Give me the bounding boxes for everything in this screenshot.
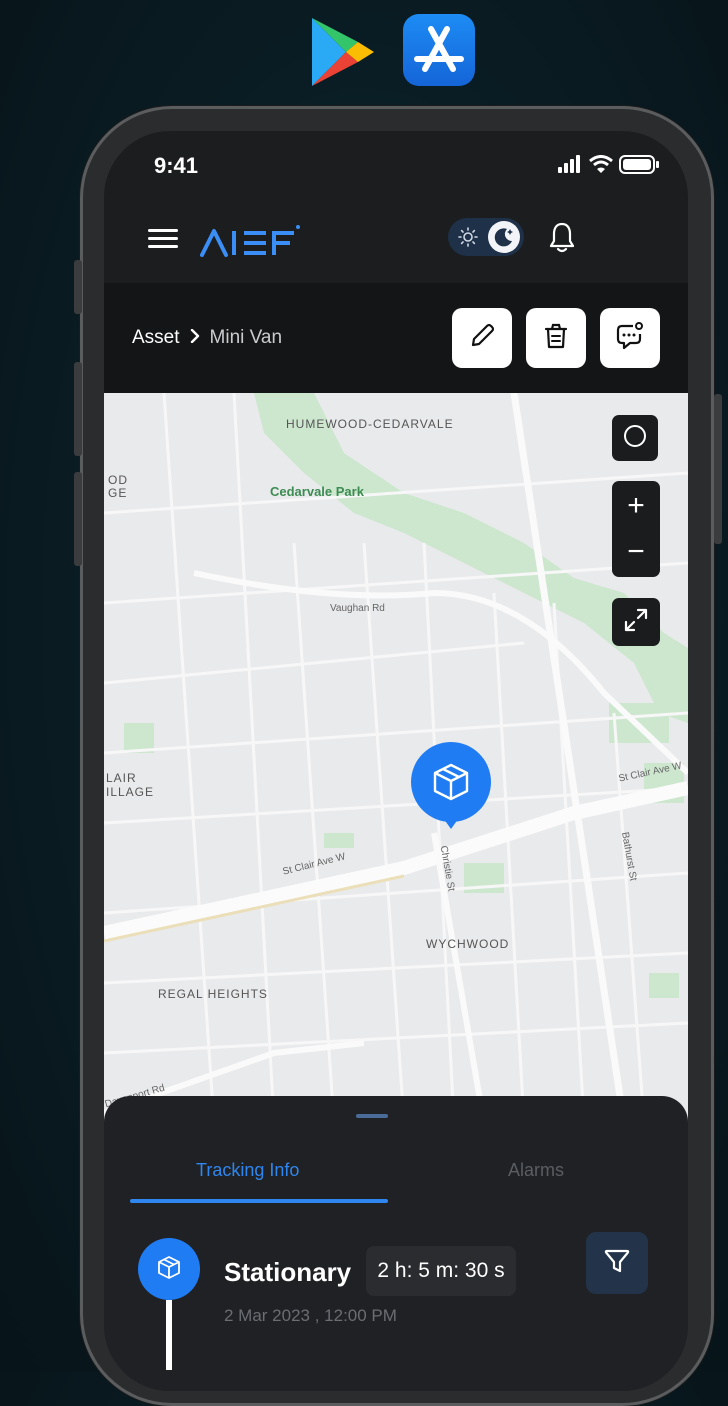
map-label-wychwood: WYCHWOOD xyxy=(426,937,510,951)
sun-icon xyxy=(458,227,478,252)
bottom-sheet: Tracking Info Alarms Stationary 2 h: 5 m… xyxy=(104,1096,688,1391)
timeline-line xyxy=(166,1300,172,1370)
fullscreen-button[interactable] xyxy=(612,598,660,646)
status-icons xyxy=(558,155,662,180)
map-label-vaughan-rd: Vaughan Rd xyxy=(330,603,385,614)
map-label-lair: LAIR xyxy=(106,771,137,785)
duration-badge: 2 h: 5 m: 30 s xyxy=(366,1246,516,1296)
tab-alarms[interactable]: Alarms xyxy=(508,1160,564,1181)
map-label-cedarvale-park: Cedarvale Park xyxy=(270,484,364,499)
delete-button[interactable] xyxy=(526,308,586,368)
map-label-regal-heights: REGAL HEIGHTS xyxy=(158,987,268,1001)
tab-tracking-info[interactable]: Tracking Info xyxy=(196,1160,299,1181)
breadcrumb-current: Mini Van xyxy=(209,327,283,348)
map-view[interactable]: HUMEWOOD-CEDARVALE Cedarvale Park Vaugha… xyxy=(104,393,688,1123)
phone-screen: 9:41 Asset Mini Van HUMEWOOD-CEDARVALE C… xyxy=(104,131,688,1391)
sheet-handle[interactable] xyxy=(356,1114,388,1118)
breadcrumb-bar: Asset Mini Van xyxy=(104,283,688,393)
signal-icon xyxy=(558,155,580,173)
box-icon xyxy=(156,1254,182,1285)
expand-icon xyxy=(622,606,650,639)
mute-switch xyxy=(74,260,82,314)
status-time: 9:41 xyxy=(154,153,199,178)
app-header xyxy=(104,201,688,283)
map-label-illage: ILLAGE xyxy=(106,785,155,799)
wifi-icon xyxy=(589,155,613,173)
event-date: 2 Mar 2023 , 12:00 PM xyxy=(224,1306,397,1325)
status-bar: 9:41 xyxy=(104,131,688,201)
event-marker xyxy=(138,1238,200,1300)
google-play-icon[interactable] xyxy=(306,14,378,86)
trash-icon xyxy=(541,321,571,356)
asset-marker[interactable] xyxy=(410,741,492,838)
locate-button[interactable] xyxy=(612,415,658,461)
battery-icon xyxy=(619,155,659,174)
volume-up-button xyxy=(74,362,82,456)
map-base xyxy=(104,393,688,1123)
map-label-od: OD xyxy=(108,473,128,487)
menu-icon[interactable] xyxy=(148,228,180,255)
circle-icon xyxy=(623,424,647,453)
zoom-control: + − xyxy=(612,481,660,577)
map-label-humewood: HUMEWOOD-CEDARVALE xyxy=(286,417,454,431)
bell-icon[interactable] xyxy=(549,221,575,258)
pencil-icon xyxy=(467,321,497,356)
event-status: Stationary xyxy=(224,1257,352,1287)
chat-button[interactable] xyxy=(600,308,660,368)
power-button xyxy=(714,394,722,544)
chat-icon xyxy=(614,320,646,357)
breadcrumb: Asset Mini Van xyxy=(132,327,282,349)
chevron-right-icon xyxy=(190,327,200,349)
moon-icon xyxy=(488,221,520,253)
app-logo xyxy=(200,223,304,264)
active-tab-indicator xyxy=(130,1199,388,1203)
filter-icon xyxy=(603,1247,631,1280)
app-store-icon[interactable] xyxy=(403,14,475,86)
zoom-out-button[interactable]: − xyxy=(627,529,645,575)
edit-button[interactable] xyxy=(452,308,512,368)
filter-button[interactable] xyxy=(586,1232,648,1294)
breadcrumb-root[interactable]: Asset xyxy=(132,327,180,349)
map-label-ge: GE xyxy=(108,486,128,500)
zoom-in-button[interactable]: + xyxy=(627,483,645,529)
volume-down-button xyxy=(74,472,82,566)
theme-toggle[interactable] xyxy=(448,218,524,256)
